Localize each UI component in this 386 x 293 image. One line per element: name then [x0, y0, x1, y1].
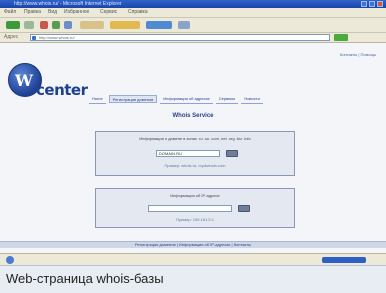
address-bar: Адрес http://www.whois.ru/ [0, 33, 386, 43]
media-icon[interactable] [146, 21, 172, 29]
web-page: Контакты | Помощь W center Home Регистра… [0, 43, 386, 253]
menu-tools[interactable]: Сервис [100, 8, 117, 17]
nav-item-domains[interactable]: Регистрация доменов [108, 95, 158, 103]
menu-edit[interactable]: Правка [24, 8, 41, 17]
top-links[interactable]: Контакты | Помощь [340, 52, 376, 57]
ip-search-button[interactable] [238, 205, 250, 212]
nav-item-ip[interactable]: Информация об адресах [160, 95, 213, 104]
nav-item-home[interactable]: Home [89, 95, 106, 104]
stop-icon[interactable] [40, 21, 48, 29]
ie-status-icon [6, 256, 14, 264]
ip-input[interactable] [148, 205, 232, 212]
back-icon[interactable] [6, 21, 20, 29]
nav-item-news[interactable]: Новости [241, 95, 263, 104]
footer-links[interactable]: Регистрация доменов | Информация об IP-а… [0, 242, 386, 248]
internet-zone-icon [322, 257, 366, 263]
logo-word: center [36, 81, 88, 99]
logo-letters: W [15, 71, 33, 90]
image-caption: Web-страница whois-базы [0, 265, 386, 293]
go-button[interactable] [334, 34, 348, 41]
maximize-icon[interactable] [369, 1, 375, 7]
menu-view[interactable]: Вид [48, 8, 57, 17]
window-title: http://www.whois.ru/ - Microsoft Interne… [14, 1, 122, 7]
status-bar [0, 253, 386, 265]
refresh-icon[interactable] [52, 21, 60, 29]
site-nav: Home Регистрация доменов Информация об а… [89, 95, 263, 104]
domain-search-example: Пример: whois.ru, mydomain.com [164, 163, 226, 168]
address-label: Адрес [4, 34, 19, 40]
window-controls [361, 1, 383, 7]
ip-search-example: Пример: 195.161.5.1 [176, 217, 214, 222]
home-icon[interactable] [64, 21, 72, 29]
history-icon[interactable] [178, 21, 190, 29]
domain-search-description: Информация о домене в зонах .ru .su .com… [139, 136, 251, 141]
minimize-icon[interactable] [361, 1, 367, 7]
page-title: Whois Service [172, 113, 214, 119]
menu-help[interactable]: Справка [128, 8, 148, 17]
domain-input[interactable] [156, 150, 220, 157]
ip-search-description: Информация об IP-адресе [170, 193, 220, 198]
domain-search-button[interactable] [226, 150, 238, 157]
menu-file[interactable]: Файл [4, 8, 16, 17]
search-icon[interactable] [80, 21, 104, 29]
favorites-icon[interactable] [110, 21, 140, 29]
address-input[interactable]: http://www.whois.ru/ [30, 34, 330, 41]
menu-bar: Файл Правка Вид Избранное Сервис Справка [0, 8, 386, 18]
page-footer: Регистрация доменов | Информация об IP-а… [0, 241, 386, 248]
browser-window: http://www.whois.ru/ - Microsoft Interne… [0, 0, 386, 265]
close-icon[interactable] [377, 1, 383, 7]
caption-text: Web-страница whois-базы [6, 271, 164, 286]
domain-search-form: Информация о домене в зонах .ru .su .com… [95, 131, 295, 176]
menu-favorites[interactable]: Избранное [64, 8, 89, 17]
nav-item-services[interactable]: Сервисы [215, 95, 239, 104]
title-bar: http://www.whois.ru/ - Microsoft Interne… [0, 0, 386, 8]
toolbar [0, 18, 386, 33]
forward-icon[interactable] [24, 21, 34, 29]
ip-search-form: Информация об IP-адресе Пример: 195.161.… [95, 188, 295, 228]
